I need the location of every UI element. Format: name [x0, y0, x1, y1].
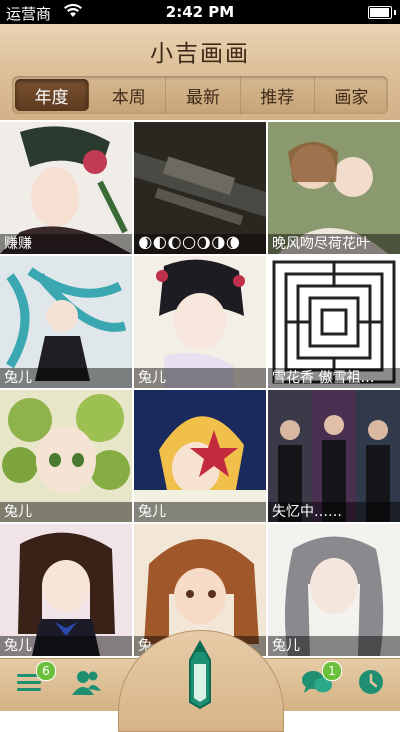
artwork-tile[interactable]: 🌒🌓🌔🌕🌖🌗🌘: [134, 122, 266, 254]
users-icon: [72, 671, 101, 695]
artwork-tile[interactable]: 雪花香 傲雪祖…: [268, 256, 400, 388]
artwork-caption: 兔儿: [134, 368, 266, 388]
artwork-tile[interactable]: 兔儿: [0, 256, 132, 388]
battery-icon: [368, 6, 396, 19]
artwork-caption: 赚赚: [0, 234, 132, 254]
artwork-caption: 🌒🌓🌔🌕🌖🌗🌘: [134, 234, 266, 254]
category-tabs: 年度 本周 最新 推荐 画家: [12, 76, 388, 114]
artwork-tile[interactable]: 晚风吻尽荷花叶: [268, 122, 400, 254]
artwork-grid: 赚赚 🌒🌓🌔🌕🌖🌗🌘 晚风吻尽荷花叶 兔儿 兔儿 雪花香 傲雪祖… 兔儿 兔儿 …: [0, 122, 400, 658]
artwork-tile[interactable]: 兔儿: [134, 390, 266, 522]
artwork-caption: 失忆中……: [268, 502, 400, 522]
messages-badge: 1: [322, 661, 342, 681]
pencil-icon[interactable]: [185, 640, 215, 710]
tab-latest[interactable]: 最新: [166, 76, 241, 114]
artwork-caption: 兔儿: [0, 502, 132, 522]
menu-badge: 6: [36, 661, 56, 681]
artwork-caption: 兔儿: [0, 636, 132, 656]
friends-button[interactable]: [70, 667, 104, 701]
menu-button[interactable]: 6: [14, 661, 56, 701]
clock-icon: [359, 670, 383, 694]
artwork-tile[interactable]: 兔儿: [0, 524, 132, 656]
tab-recommended[interactable]: 推荐: [241, 76, 315, 114]
artwork-tile[interactable]: 兔儿: [0, 390, 132, 522]
clock-time: 2:42 PM: [165, 3, 235, 21]
artwork-tile[interactable]: 兔儿: [134, 256, 266, 388]
tab-week[interactable]: 本周: [92, 76, 167, 114]
artwork-caption: 晚风吻尽荷花叶: [268, 234, 400, 254]
artwork-caption: 兔儿: [0, 368, 132, 388]
artwork-caption: 兔儿: [134, 502, 266, 522]
messages-button[interactable]: 1: [300, 661, 342, 701]
status-bar: 运营商 2:42 PM: [0, 0, 400, 24]
artwork-caption: 雪花香 傲雪祖…: [268, 368, 400, 388]
artwork-tile[interactable]: 失忆中……: [268, 390, 400, 522]
app-header: 小吉画画 年度 本周 最新 推荐 画家: [0, 24, 400, 120]
tab-artists[interactable]: 画家: [315, 76, 388, 114]
artwork-caption: 兔儿: [268, 636, 400, 656]
tab-year[interactable]: 年度: [15, 79, 90, 111]
artwork-tile[interactable]: 兔儿: [268, 524, 400, 656]
app-title: 小吉画画: [150, 41, 250, 67]
artwork-tile[interactable]: 赚赚: [0, 122, 132, 254]
history-button[interactable]: [356, 667, 390, 701]
